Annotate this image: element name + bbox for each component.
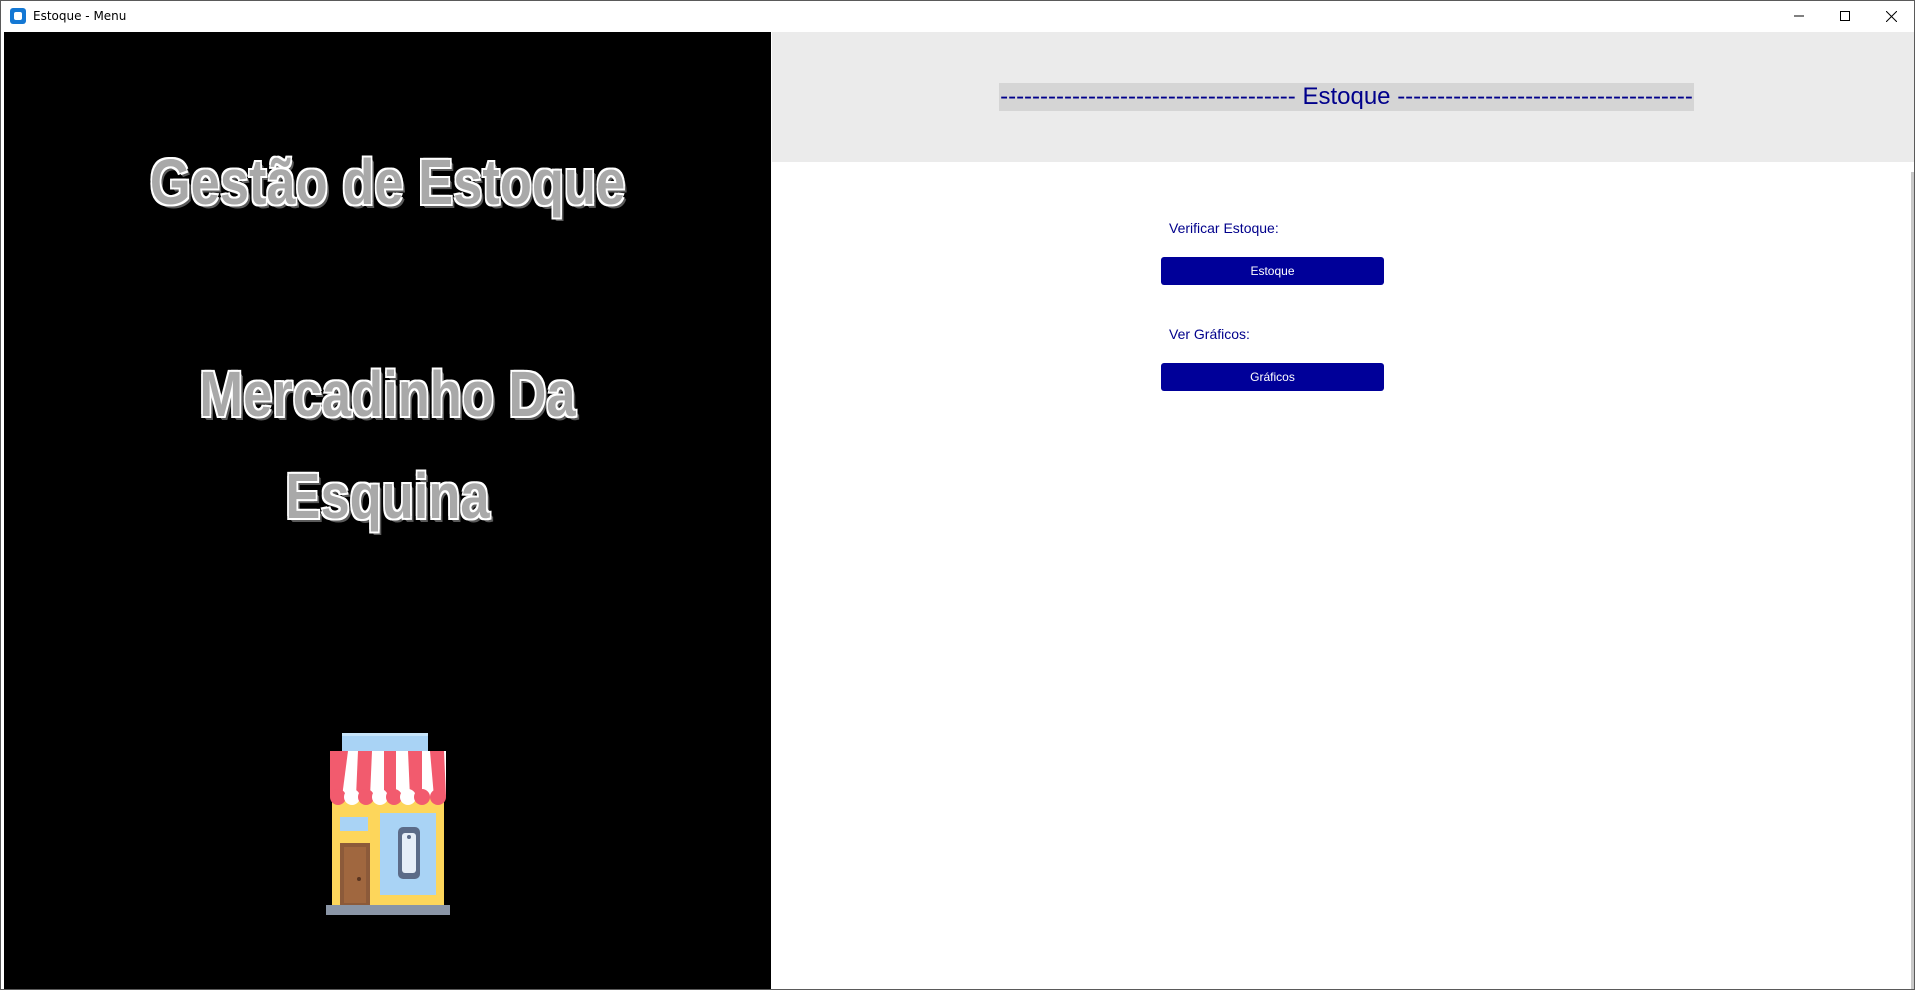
minimize-button[interactable] [1776,1,1822,31]
minimize-icon [1794,15,1804,17]
window-controls [1776,1,1914,31]
store-name-line2: Esquina [285,460,490,532]
app-window: Estoque - Menu Gestão de Estoque Mercadi… [0,0,1915,990]
storefront-icon [326,733,450,915]
scrollbar[interactable] [1911,172,1914,989]
right-panel: ------------------------------------- Es… [772,32,1914,989]
store-name-line1: Mercadinho Da [199,358,576,430]
maximize-button[interactable] [1822,1,1868,31]
graficos-button[interactable]: Gráficos [1161,363,1384,391]
verificar-estoque-label: Verificar Estoque: [1169,220,1279,236]
close-icon [1885,10,1897,22]
maximize-icon [1840,11,1850,21]
left-panel: Gestão de Estoque Mercadinho Da Esquina [4,32,771,989]
header-band: ------------------------------------- Es… [772,32,1914,162]
app-icon [10,8,26,24]
window-title: Estoque - Menu [33,9,127,23]
page-title: ------------------------------------- Es… [999,83,1694,111]
ver-graficos-label: Ver Gráficos: [1169,326,1250,342]
close-button[interactable] [1868,1,1914,31]
app-heading: Gestão de Estoque [149,146,626,218]
title-bar[interactable]: Estoque - Menu [1,1,1914,31]
estoque-button[interactable]: Estoque [1161,257,1384,285]
